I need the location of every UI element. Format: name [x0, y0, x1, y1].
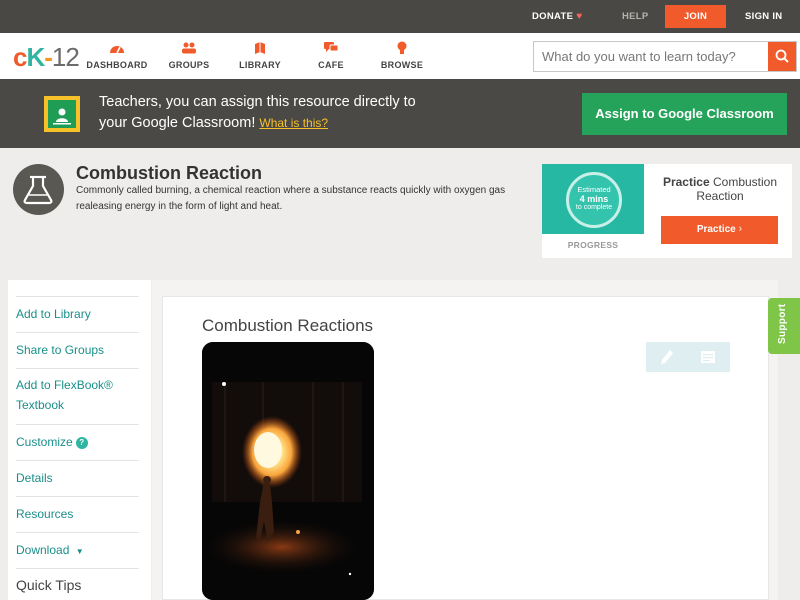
google-classroom-icon — [44, 96, 80, 132]
sidebar-customize[interactable]: Customize? — [16, 424, 139, 460]
caret-down-icon: ▼ — [75, 547, 84, 556]
what-is-this-link[interactable]: What is this? — [259, 116, 328, 130]
progress-circle: Estimated 4 mins to complete — [566, 172, 622, 228]
nav-library-label: LIBRARY — [239, 60, 281, 70]
browse-icon — [367, 41, 437, 55]
heart-icon: ♥ — [576, 11, 583, 22]
dashboard-icon — [82, 41, 152, 55]
quick-tips-heading: Quick Tips — [16, 577, 82, 593]
sign-in-link[interactable]: SIGN IN — [745, 0, 782, 33]
search-input[interactable] — [534, 42, 768, 71]
practice-button[interactable]: Practice › — [661, 216, 778, 244]
sidebar-item-label-2: Textbook — [16, 398, 65, 412]
estimated-mins: 4 mins — [579, 194, 609, 204]
nav-cafe[interactable]: CAFE — [296, 41, 366, 70]
nav-library[interactable]: LIBRARY — [225, 41, 295, 70]
banner-line-2: your Google Classroom! What is this? — [99, 113, 416, 134]
sidebar-add-to-flexbook[interactable]: Add to FlexBook® Textbook — [16, 368, 139, 424]
practice-card: Estimated 4 mins to complete PROGRESS Pr… — [542, 164, 792, 258]
content-tools — [646, 342, 730, 372]
help-icon[interactable]: ? — [75, 437, 88, 449]
help-link[interactable]: HELP — [622, 0, 649, 33]
join-button[interactable]: JOIN — [665, 5, 726, 28]
nav-browse-label: BROWSE — [380, 60, 424, 70]
sidebar-resources[interactable]: Resources — [16, 496, 139, 532]
ck12-logo[interactable]: cK-12 — [13, 42, 80, 73]
nav-cafe-label: CAFE — [318, 60, 344, 70]
top-bar: DONATE ♥ HELP JOIN SIGN IN — [0, 0, 800, 33]
chevron-right-icon: › — [738, 223, 743, 235]
search-box — [533, 41, 797, 72]
progress-image: Estimated 4 mins to complete — [542, 164, 644, 234]
nav-groups-label: GROUPS — [168, 60, 210, 70]
donate-label: DONATE — [532, 11, 574, 22]
main-nav: cK-12 DASHBOARD GROUPS LIBRARY CAFE BROW… — [0, 33, 800, 79]
cafe-icon — [296, 41, 366, 55]
search-button[interactable] — [768, 42, 796, 71]
notes-icon[interactable] — [700, 349, 716, 370]
banner-text: Teachers, you can assign this resource d… — [99, 92, 416, 134]
google-classroom-banner: Teachers, you can assign this resource d… — [0, 79, 800, 148]
banner-line-1: Teachers, you can assign this resource d… — [99, 94, 416, 110]
logo-k: K — [26, 42, 45, 72]
sidebar-share-to-groups[interactable]: Share to Groups — [16, 332, 139, 368]
progress-label: PROGRESS — [567, 240, 619, 250]
nav-dashboard[interactable]: DASHBOARD — [82, 41, 152, 70]
library-icon — [225, 41, 295, 55]
sidebar-item-label: Add to Library — [16, 307, 91, 321]
sidebar-item-label: Details — [16, 471, 53, 485]
to-complete-label: to complete — [575, 204, 613, 211]
nav-groups[interactable]: GROUPS — [154, 41, 224, 70]
nav-dashboard-label: DASHBOARD — [86, 60, 148, 70]
content-title: Combustion Reactions — [202, 316, 374, 335]
support-tab[interactable]: Support — [768, 298, 800, 354]
logo-c: c — [13, 42, 28, 72]
sidebar-item-label: Customize — [16, 435, 73, 449]
chemistry-flask-icon — [13, 164, 64, 215]
estimated-label: Estimated — [577, 185, 611, 194]
sidebar: Add to Library Share to Groups Add to Fl… — [8, 280, 151, 600]
sidebar-item-label: Share to Groups — [16, 343, 105, 357]
concept-description: Commonly called burning, a chemical reac… — [76, 185, 506, 212]
concept-title: Combustion Reaction — [76, 163, 263, 183]
search-icon — [775, 49, 789, 63]
support-label: Support — [777, 303, 788, 344]
practice-title-bold: Practice — [662, 175, 710, 189]
assign-google-classroom-button[interactable]: Assign to Google Classroom — [582, 93, 787, 135]
groups-icon — [154, 41, 224, 55]
sidebar-item-label: Download — [16, 543, 70, 557]
sidebar-download[interactable]: Download ▼ — [16, 532, 139, 568]
nav-browse[interactable]: BROWSE — [367, 41, 437, 70]
sidebar-details[interactable]: Details — [16, 460, 139, 496]
sidebar-item-label: Add to FlexBook® — [16, 378, 113, 392]
practice-title: Practice Combustion Reaction — [652, 175, 788, 203]
sidebar-add-to-library[interactable]: Add to Library — [16, 296, 139, 332]
sidebar-item-label: Resources — [16, 507, 74, 521]
logo-dash: - — [44, 42, 53, 72]
logo-num: 12 — [51, 42, 80, 72]
practice-button-label: Practice — [696, 224, 736, 235]
banner-line-2-text: your Google Classroom! — [99, 115, 256, 131]
fire-breather-image — [202, 342, 374, 600]
donate-link[interactable]: DONATE ♥ — [532, 0, 582, 33]
pencil-icon[interactable] — [660, 349, 674, 370]
